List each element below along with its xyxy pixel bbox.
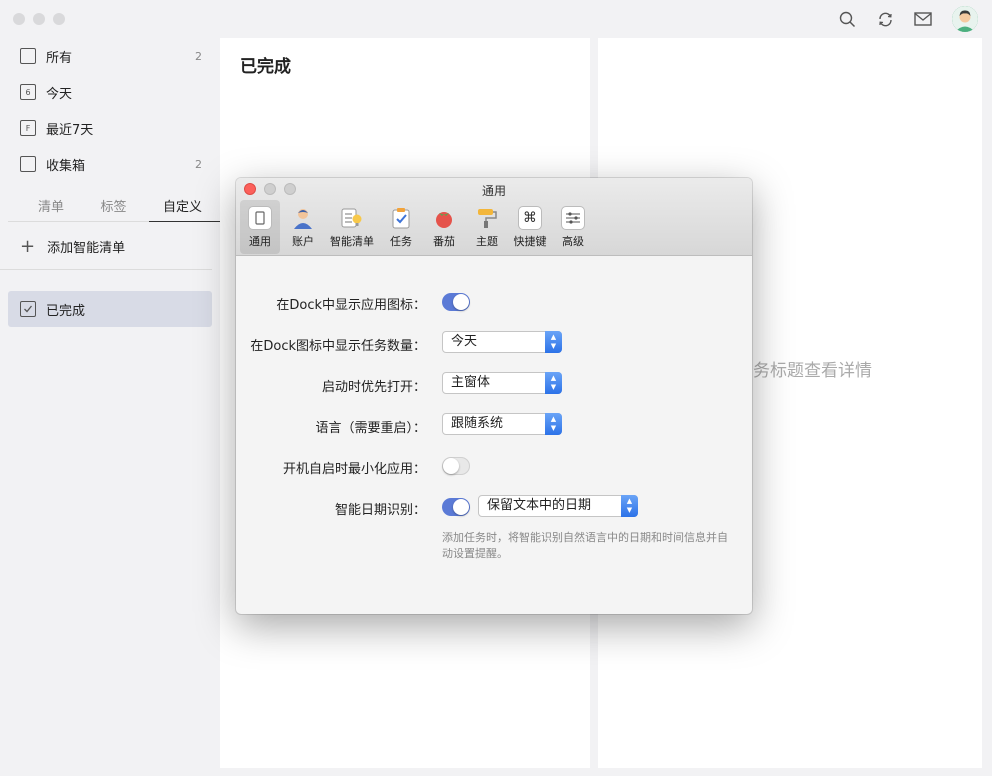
dialog-titlebar: 通用 通用 账户 智能清单 任务 番茄 主题 ⌘ 快捷键 高级	[236, 178, 752, 256]
inbox-icon	[20, 156, 36, 172]
tab-custom[interactable]: 自定义	[148, 194, 229, 222]
sidebar-item-label: 收集箱	[46, 158, 86, 174]
tab-tasks[interactable]: 任务	[381, 200, 421, 254]
sidebar-item-all[interactable]: 所有 2	[0, 38, 220, 74]
language-select[interactable]: 跟随系统 ▲ ▼	[442, 413, 562, 435]
tab-label: 主题	[476, 235, 498, 248]
sidebar-tabs: 清单 标签 自定义	[8, 194, 229, 222]
setting-minimize: 开机自启时最小化应用：	[236, 454, 752, 478]
general-icon	[248, 206, 272, 230]
add-smart-list-label: 添加智能清单	[47, 241, 126, 256]
setting-label: 语言（需要重启）：	[315, 421, 426, 436]
tab-label: 账户	[292, 235, 314, 248]
startup-select[interactable]: 主窗体 ▲ ▼	[442, 372, 562, 394]
setting-language: 语言（需要重启）： 跟随系统 ▲ ▼	[236, 413, 752, 437]
search-icon[interactable]	[838, 10, 856, 28]
checkbox-icon	[20, 301, 36, 317]
sidebar-item-label: 最近7天	[46, 122, 94, 138]
paint-roller-icon	[475, 206, 499, 230]
sidebar-item-label: 已完成	[46, 303, 86, 319]
setting-smart-date: 智能日期识别： 保留文本中的日期 ▲ ▼	[236, 495, 752, 519]
setting-label: 在Dock中显示应用图标：	[276, 298, 426, 313]
sidebar-item-label: 所有	[46, 50, 73, 66]
account-icon	[291, 206, 315, 230]
chevron-updown-icon: ▲ ▼	[545, 372, 562, 394]
zoom-button[interactable]	[53, 13, 65, 25]
dock-count-select[interactable]: 今天 ▲ ▼	[442, 331, 562, 353]
tab-label: 智能清单	[330, 235, 374, 248]
preferences-toolbar: 通用 账户 智能清单 任务 番茄 主题 ⌘ 快捷键 高级	[240, 200, 596, 254]
chevron-updown-icon: ▲ ▼	[545, 413, 562, 435]
select-value: 跟随系统	[451, 416, 504, 431]
select-value: 主窗体	[451, 375, 491, 390]
tab-pomodoro[interactable]: 番茄	[424, 200, 464, 254]
tab-account[interactable]: 账户	[283, 200, 323, 254]
window-controls	[13, 13, 65, 25]
tab-label: 通用	[249, 235, 271, 248]
smart-date-hint: 添加任务时，将智能识别自然语言中的日期和时间信息并自动设置提醒。	[442, 531, 728, 560]
smart-date-toggle[interactable]	[442, 498, 470, 516]
close-button[interactable]	[13, 13, 25, 25]
detail-empty-hint: 务标题查看详情	[753, 361, 872, 381]
sync-icon[interactable]	[876, 10, 894, 28]
tab-label: 任务	[390, 235, 412, 248]
tomato-icon	[432, 206, 456, 230]
preferences-body: 在Dock中显示应用图标： 在Dock图标中显示任务数量： 今天 ▲ ▼ 启动时优…	[236, 256, 752, 614]
tab-shortcuts[interactable]: ⌘ 快捷键	[510, 200, 550, 254]
setting-label: 在Dock图标中显示任务数量：	[250, 339, 426, 354]
setting-dock-icon: 在Dock中显示应用图标：	[236, 290, 752, 314]
tab-general[interactable]: 通用	[240, 200, 280, 254]
mail-icon[interactable]	[914, 10, 932, 28]
preferences-dialog: 通用 通用 账户 智能清单 任务 番茄 主题 ⌘ 快捷键 高级 在Dock中显示…	[236, 178, 752, 614]
user-avatar[interactable]	[952, 6, 978, 32]
tab-lists[interactable]: 清单	[38, 194, 64, 221]
tab-smart-lists[interactable]: 智能清单	[326, 200, 378, 254]
smart-date-select[interactable]: 保留文本中的日期 ▲ ▼	[478, 495, 638, 517]
select-value: 保留文本中的日期	[487, 498, 592, 513]
add-smart-list-button[interactable]: + 添加智能清单	[0, 230, 212, 270]
sliders-icon	[561, 206, 585, 230]
chevron-updown-icon: ▲ ▼	[545, 331, 562, 353]
smart-list-icon	[340, 206, 364, 230]
sidebar-item-completed[interactable]: 已完成	[8, 291, 212, 327]
sidebar-item-count: 2	[195, 49, 202, 63]
setting-dock-count: 在Dock图标中显示任务数量： 今天 ▲ ▼	[236, 331, 752, 355]
tab-theme[interactable]: 主题	[467, 200, 507, 254]
sidebar-item-week[interactable]: F 最近7天	[0, 110, 220, 146]
chevron-updown-icon: ▲ ▼	[621, 495, 638, 517]
minimize-button[interactable]	[33, 13, 45, 25]
sidebar-item-today[interactable]: 6 今天	[0, 74, 220, 110]
tab-label: 番茄	[433, 235, 455, 248]
sidebar-item-label: 今天	[46, 86, 73, 102]
setting-startup: 启动时优先打开： 主窗体 ▲ ▼	[236, 372, 752, 396]
sidebar-item-count: 2	[195, 157, 202, 171]
sidebar-item-inbox[interactable]: 收集箱 2	[0, 146, 220, 182]
setting-label: 开机自启时最小化应用：	[282, 462, 426, 477]
tab-label: 快捷键	[513, 235, 547, 248]
dialog-title: 通用	[481, 184, 506, 198]
tab-tags[interactable]: 标签	[100, 194, 126, 221]
tasks-icon	[389, 206, 413, 230]
setting-label: 启动时优先打开：	[321, 380, 426, 395]
dock-icon-toggle[interactable]	[442, 293, 470, 311]
minimize-toggle[interactable]	[442, 457, 470, 475]
select-value: 今天	[451, 334, 478, 349]
calendar-today-icon: 6	[20, 84, 36, 100]
command-key-icon: ⌘	[518, 206, 542, 230]
inbox-all-icon	[20, 48, 36, 64]
page-title: 已完成	[240, 57, 291, 77]
tab-label: 高级	[562, 235, 584, 248]
sidebar: 所有 2 6 今天 F 最近7天 收集箱 2 清单 标签 自定义 + 添加智能清…	[0, 38, 229, 776]
calendar-week-icon: F	[20, 120, 36, 136]
plus-icon: +	[20, 235, 36, 257]
setting-label: 智能日期识别：	[334, 503, 426, 518]
tab-advanced[interactable]: 高级	[553, 200, 593, 254]
app-window: 所有 2 6 今天 F 最近7天 收集箱 2 清单 标签 自定义 + 添加智能清…	[0, 0, 992, 776]
top-toolbar	[838, 6, 978, 32]
